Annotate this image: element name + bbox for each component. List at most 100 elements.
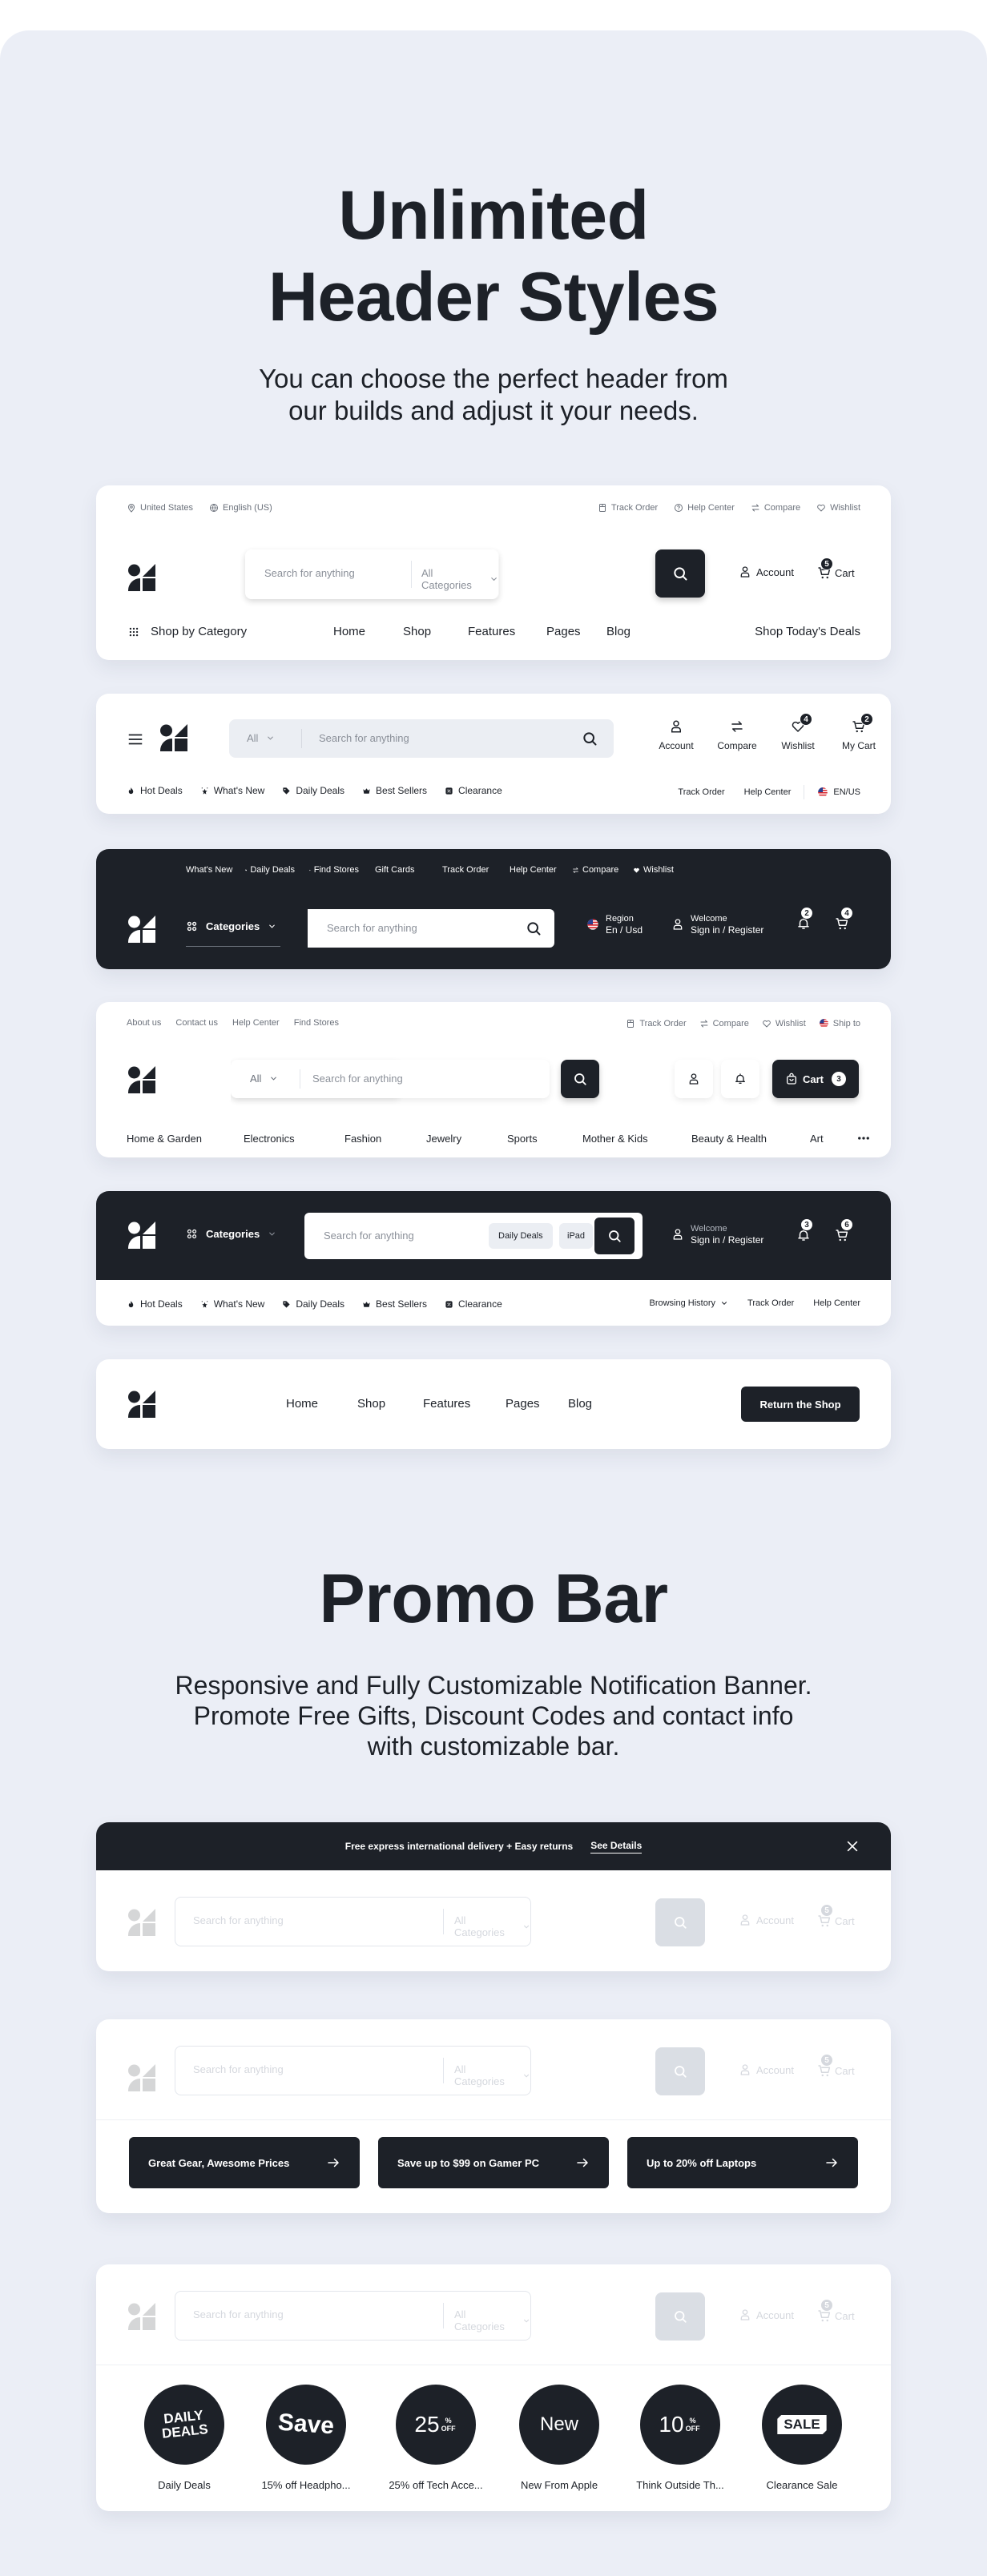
help-center-link[interactable]: Help Center [813,1298,860,1308]
help-center-link[interactable]: Help Center [232,1018,280,1028]
search-icon[interactable] [582,731,598,747]
track-order-link[interactable]: Track Order [442,865,494,875]
search-button[interactable] [561,1060,599,1098]
category-jewelry[interactable]: Jewelry [426,1133,507,1145]
promo-circle-daily-deals[interactable]: DAILY DEALS Daily Deals [132,2381,236,2491]
wishlist-link[interactable]: Wishlist [762,1019,806,1028]
notifications-button[interactable]: 2 [796,907,813,935]
help-center-link[interactable]: Help Center [510,865,561,875]
daily-deals-link[interactable]: Daily Deals [282,1298,344,1310]
wishlist-action[interactable]: Wishlist 4 [767,713,828,751]
category-select[interactable]: All Categories [421,567,498,591]
search-placeholder[interactable]: Search for anything [264,567,355,579]
about-us-link[interactable]: About us [127,1018,161,1028]
account-action[interactable]: Account [646,719,707,751]
find-stores-link[interactable]: Find Stores [294,1018,339,1028]
close-icon[interactable] [844,1838,860,1854]
track-order-link[interactable]: Track Order [747,1298,794,1308]
best-sellers-link[interactable]: Best Sellers [362,1298,427,1310]
cart-action[interactable]: My Cart 2 [828,713,889,751]
search-input[interactable]: Search for anything [324,1230,414,1242]
search-input[interactable]: Search for anything [319,732,409,744]
account-link[interactable]: Account [739,566,794,578]
nav-home[interactable]: Home [333,625,403,638]
find-stores-link[interactable]: Find Stores [309,865,359,875]
nav-blog[interactable]: Blog [568,1397,592,1411]
help-center-link[interactable]: Help Center [674,503,735,513]
nav-features[interactable]: Features [423,1397,506,1411]
track-order-link[interactable]: Track Order [598,503,658,513]
contact-us-link[interactable]: Contact us [175,1018,218,1028]
cart-button[interactable]: 6 [835,1218,853,1246]
hot-deals-link[interactable]: Hot Deals [127,785,183,796]
more-dots-icon[interactable] [856,1131,871,1145]
wishlist-link[interactable]: Wishlist [633,865,674,875]
promo-circle-new-from-apple[interactable]: New New From Apple [507,2385,611,2491]
whats-new-link[interactable]: What's New [200,785,264,796]
locale-switcher[interactable]: EN/US [817,787,860,798]
browsing-history-dropdown[interactable]: Browsing History [650,1298,729,1308]
category-select[interactable]: All [247,732,275,744]
logo[interactable] [128,1066,155,1093]
category-art[interactable]: Art [810,1133,856,1145]
logo[interactable] [128,1391,155,1418]
category-sports[interactable]: Sports [507,1133,582,1145]
todays-deals-link[interactable]: Shop Today's Deals [755,625,860,638]
search-input[interactable]: Search for anything [327,922,417,934]
promo-circle-clearance-sale[interactable]: SALE Clearance Sale [750,2385,854,2491]
country-link[interactable]: United States [127,503,193,513]
promo-button-2[interactable]: Save up to $99 on Gamer PC [378,2137,609,2188]
daily-deals-link[interactable]: Daily Deals [282,785,344,796]
search-icon[interactable] [526,920,542,936]
whats-new-link[interactable]: What's New [183,865,232,875]
nav-shop[interactable]: Shop [403,625,468,638]
daily-deals-link[interactable]: Daily Deals [245,865,295,875]
category-mother-kids[interactable]: Mother & Kids [582,1133,691,1145]
region-selector[interactable]: Region En / Usd [586,913,643,936]
notifications-button[interactable] [721,1060,759,1098]
category-beauty-health[interactable]: Beauty & Health [691,1133,810,1145]
logo[interactable] [128,564,155,591]
menu-icon[interactable] [127,731,144,748]
cart-link[interactable]: Cart 5 [817,557,855,580]
compare-link[interactable]: Compare [751,503,800,513]
category-fashion[interactable]: Fashion [344,1133,426,1145]
wishlist-link[interactable]: Wishlist [816,503,860,513]
suggestion-chip-daily-deals[interactable]: Daily Deals [489,1223,553,1249]
logo[interactable] [128,916,155,943]
track-order-link[interactable]: Track Order [678,787,724,797]
categories-button[interactable]: Categories [186,1228,276,1240]
track-order-link[interactable]: Track Order [626,1019,687,1028]
search-button[interactable] [594,1218,634,1254]
help-center-link[interactable]: Help Center [744,787,792,797]
hot-deals-link[interactable]: Hot Deals [127,1298,183,1310]
promo-circle-think-outside[interactable]: 10% OFF Think Outside Th... [628,2385,732,2491]
ship-to-link[interactable]: Ship to [819,1018,860,1028]
whats-new-link[interactable]: What's New [200,1298,264,1310]
logo[interactable] [160,724,187,751]
compare-link[interactable]: Compare [572,865,622,875]
search-button[interactable] [655,549,705,598]
account-button[interactable] [675,1060,713,1098]
promo-circle-tech-accessories[interactable]: 25% OFF 25% off Tech Acce... [384,2385,488,2491]
logo[interactable] [128,1222,155,1249]
notifications-button[interactable]: 3 [796,1218,813,1246]
best-sellers-link[interactable]: Best Sellers [362,785,427,796]
cart-button[interactable]: 4 [835,907,853,935]
nav-blog[interactable]: Blog [606,625,630,638]
category-electronics[interactable]: Electronics [244,1133,344,1145]
search-input[interactable]: Search for anything [312,1073,403,1085]
clearance-link[interactable]: Clearance [445,1298,502,1310]
cart-button[interactable]: Cart 3 [772,1060,859,1098]
category-home-garden[interactable]: Home & Garden [127,1133,244,1145]
nav-pages[interactable]: Pages [546,625,606,638]
promo-button-1[interactable]: Great Gear, Awesome Prices [129,2137,360,2188]
gift-cards-link[interactable]: Gift Cards [375,865,426,875]
account-signin[interactable]: Welcome Sign in / Register [671,913,763,936]
see-details-link[interactable]: See Details [590,1840,643,1854]
nav-home[interactable]: Home [286,1397,357,1411]
shop-by-category-button[interactable]: Shop by Category [128,625,247,638]
categories-button[interactable]: Categories [186,920,276,932]
account-signin[interactable]: Welcome Sign in / Register [671,1223,763,1246]
promo-circle-headphones[interactable]: Save 15% off Headpho... [254,2381,358,2491]
